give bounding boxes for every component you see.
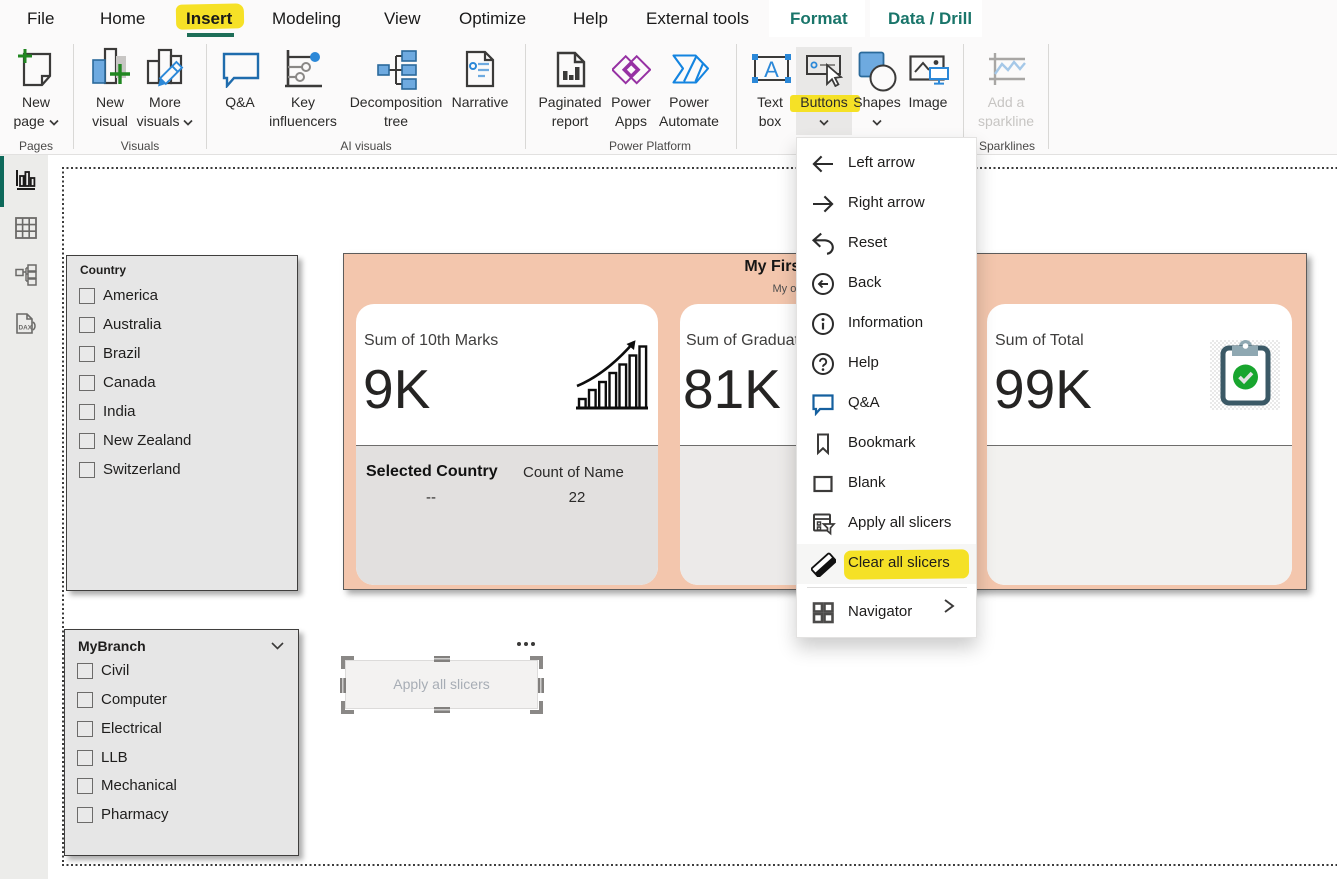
svg-text:DAX: DAX [19, 325, 33, 332]
svg-text:A: A [764, 57, 779, 82]
